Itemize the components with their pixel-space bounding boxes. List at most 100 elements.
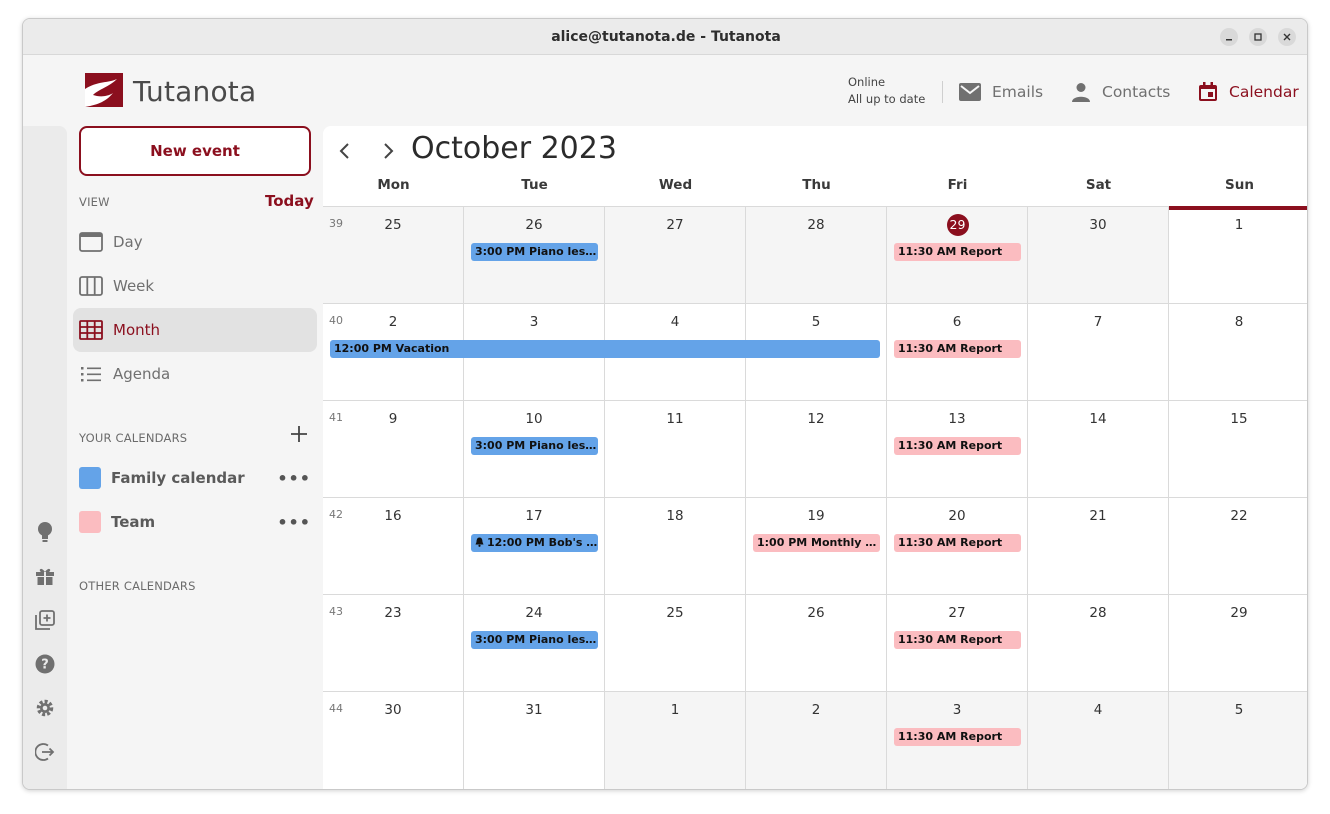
event-monthly-review[interactable]: 1:00 PM Monthly Review xyxy=(753,534,880,552)
day-cell-sun-w1[interactable]: 1 xyxy=(1169,206,1307,303)
day-number[interactable]: 30 xyxy=(1028,217,1168,233)
day-number[interactable]: 9 xyxy=(323,411,463,427)
day-cell-sat-w3[interactable]: 14 xyxy=(1028,400,1169,497)
day-number[interactable]: 17 xyxy=(464,508,604,524)
nav-contacts[interactable]: Contacts xyxy=(1071,79,1170,105)
day-number[interactable]: 8 xyxy=(1169,314,1307,330)
day-number[interactable]: 1 xyxy=(1169,217,1307,233)
day-number[interactable]: 4 xyxy=(1028,702,1168,718)
day-cell-mon-w4[interactable]: 42 16 xyxy=(323,497,464,594)
minimize-button[interactable] xyxy=(1220,28,1238,46)
day-number[interactable]: 3 xyxy=(887,702,1027,718)
event-report[interactable]: 11:30 AM Report xyxy=(894,631,1021,649)
day-cell-sun-w6[interactable]: 5 xyxy=(1169,691,1307,789)
previous-month-icon[interactable] xyxy=(334,140,356,162)
day-cell-wed-w4[interactable]: 18 xyxy=(605,497,746,594)
event-report[interactable]: 11:30 AM Report xyxy=(894,728,1021,746)
day-cell-sun-w4[interactable]: 22 xyxy=(1169,497,1307,594)
day-cell-sun-w2[interactable]: 8 xyxy=(1169,303,1307,400)
day-number[interactable]: 14 xyxy=(1028,411,1168,427)
day-number[interactable]: 26 xyxy=(464,217,604,233)
event-piano-lesson[interactable]: 3:00 PM Piano lesson xyxy=(471,437,598,455)
team-calendar-swatch[interactable] xyxy=(79,511,101,533)
close-button[interactable] xyxy=(1278,28,1296,46)
day-number[interactable]: 27 xyxy=(887,605,1027,621)
add-mailbox-button[interactable] xyxy=(33,608,57,632)
day-cell-thu-w1[interactable]: 28 xyxy=(746,206,887,303)
day-cell-sun-w5[interactable]: 29 xyxy=(1169,594,1307,691)
gift-button[interactable] xyxy=(33,564,57,588)
day-cell-sat-w5[interactable]: 28 xyxy=(1028,594,1169,691)
today-date-badge[interactable]: 29 xyxy=(946,214,969,236)
day-cell-wed-w5[interactable]: 25 xyxy=(605,594,746,691)
day-number[interactable]: 5 xyxy=(746,314,886,330)
day-number[interactable]: 2 xyxy=(323,314,463,330)
view-week[interactable]: Week xyxy=(73,264,317,308)
event-vacation[interactable]: 12:00 PM Vacation xyxy=(330,340,880,358)
day-cell-wed-w6[interactable]: 1 xyxy=(605,691,746,789)
event-piano-lesson[interactable]: 3:00 PM Piano lesson xyxy=(471,243,598,261)
day-cell-mon-w3[interactable]: 41 9 xyxy=(323,400,464,497)
day-cell-mon-w1[interactable]: 39 25 xyxy=(323,206,464,303)
calendar-item-team[interactable]: Team ••• xyxy=(79,510,311,534)
day-cell-mon-w6[interactable]: 44 30 xyxy=(323,691,464,789)
family-calendar-swatch[interactable] xyxy=(79,467,101,489)
day-cell-mon-w5[interactable]: 43 23 xyxy=(323,594,464,691)
day-number[interactable]: 22 xyxy=(1169,508,1307,524)
day-number[interactable]: 25 xyxy=(323,217,463,233)
settings-button[interactable] xyxy=(33,696,57,720)
today-button[interactable]: Today xyxy=(265,192,314,210)
maximize-button[interactable] xyxy=(1249,28,1267,46)
day-number[interactable]: 26 xyxy=(746,605,886,621)
day-cell-thu-w6[interactable]: 2 xyxy=(746,691,887,789)
event-piano-lesson[interactable]: 3:00 PM Piano lesson xyxy=(471,631,598,649)
day-number[interactable]: 3 xyxy=(464,314,604,330)
day-cell-wed-w3[interactable]: 11 xyxy=(605,400,746,497)
view-day[interactable]: Day xyxy=(73,220,317,264)
day-number[interactable]: 12 xyxy=(746,411,886,427)
day-number[interactable]: 6 xyxy=(887,314,1027,330)
day-number[interactable]: 30 xyxy=(323,702,463,718)
day-number[interactable]: 24 xyxy=(464,605,604,621)
day-number[interactable]: 28 xyxy=(1028,605,1168,621)
day-cell-sun-w3[interactable]: 15 xyxy=(1169,400,1307,497)
day-number[interactable]: 18 xyxy=(605,508,745,524)
day-number[interactable]: 31 xyxy=(464,702,604,718)
day-number[interactable]: 11 xyxy=(605,411,745,427)
day-number[interactable]: 21 xyxy=(1028,508,1168,524)
event-report[interactable]: 11:30 AM Report xyxy=(894,437,1021,455)
day-cell-thu-w3[interactable]: 12 xyxy=(746,400,887,497)
day-number[interactable]: 27 xyxy=(605,217,745,233)
day-number[interactable]: 5 xyxy=(1169,702,1307,718)
tips-button[interactable] xyxy=(33,520,57,544)
event-report[interactable]: 11:30 AM Report xyxy=(894,534,1021,552)
add-calendar-icon[interactable] xyxy=(289,424,309,444)
view-month[interactable]: Month xyxy=(73,308,317,352)
day-number[interactable]: 1 xyxy=(605,702,745,718)
nav-emails[interactable]: Emails xyxy=(959,79,1043,105)
event-bobs-birthday[interactable]: 12:00 PM Bob's birthday xyxy=(471,534,598,552)
day-cell-sat-w1[interactable]: 30 xyxy=(1028,206,1169,303)
day-number[interactable]: 4 xyxy=(605,314,745,330)
team-calendar-more-icon[interactable]: ••• xyxy=(277,513,311,532)
day-cell-sat-w4[interactable]: 21 xyxy=(1028,497,1169,594)
day-number[interactable]: 7 xyxy=(1028,314,1168,330)
next-month-icon[interactable] xyxy=(377,140,399,162)
day-cell-sat-w2[interactable]: 7 xyxy=(1028,303,1169,400)
day-number[interactable]: 23 xyxy=(323,605,463,621)
nav-calendar[interactable]: Calendar xyxy=(1198,79,1299,105)
day-cell-wed-w1[interactable]: 27 xyxy=(605,206,746,303)
day-cell-tue-w6[interactable]: 31 xyxy=(464,691,605,789)
new-event-button[interactable]: New event xyxy=(79,126,311,176)
day-number[interactable]: 15 xyxy=(1169,411,1307,427)
help-button[interactable]: ? xyxy=(33,652,57,676)
day-cell-sat-w6[interactable]: 4 xyxy=(1028,691,1169,789)
family-calendar-more-icon[interactable]: ••• xyxy=(277,469,311,488)
day-number[interactable]: 19 xyxy=(746,508,886,524)
event-report[interactable]: 11:30 AM Report xyxy=(894,243,1021,261)
event-report[interactable]: 11:30 AM Report xyxy=(894,340,1021,358)
day-number[interactable]: 28 xyxy=(746,217,886,233)
day-number[interactable]: 25 xyxy=(605,605,745,621)
day-number[interactable]: 16 xyxy=(323,508,463,524)
day-number[interactable]: 20 xyxy=(887,508,1027,524)
